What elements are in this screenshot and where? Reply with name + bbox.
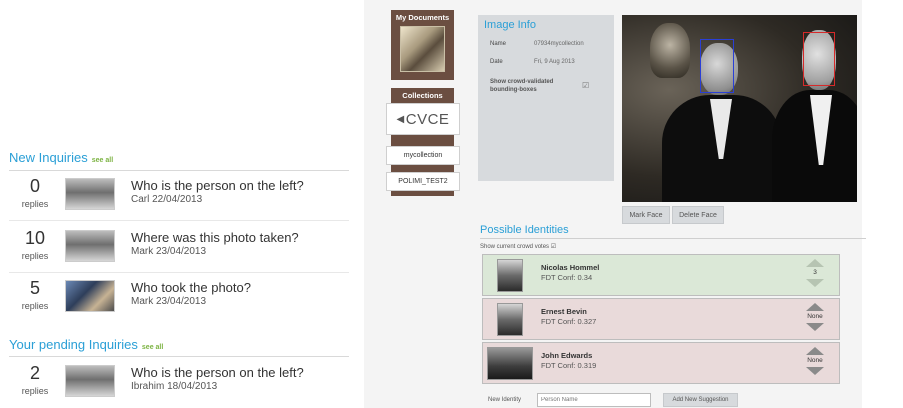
- inquiry-byline: Ibrahim 18/04/2013: [131, 381, 218, 392]
- reply-count: 10: [24, 228, 46, 248]
- inquiry-question[interactable]: Who is the person on the left?: [131, 178, 304, 193]
- photo-vase: [650, 23, 690, 78]
- collection-cvce-button[interactable]: ◀ CVCE: [386, 103, 460, 135]
- inquiry-item[interactable]: 2 replies Who is the person on the left?…: [9, 361, 349, 405]
- inquiry-item[interactable]: 5 replies Who took the photo? Mark 23/04…: [9, 276, 349, 320]
- divider: [9, 220, 349, 221]
- inquiry-byline: Mark 23/04/2013: [131, 296, 207, 307]
- mark-face-button[interactable]: Mark Face: [622, 206, 670, 224]
- inquiry-thumbnail[interactable]: [65, 230, 115, 262]
- name-label: Name: [490, 41, 507, 47]
- collection-mycollection-button[interactable]: mycollection: [386, 146, 460, 165]
- pending-inquiries-heading: Your pending Inquiries see all: [9, 337, 164, 352]
- cvce-logo: CVCE: [405, 110, 450, 128]
- inquiry-item[interactable]: 0 replies Who is the person on the left?…: [9, 174, 349, 218]
- inquiry-thumbnail[interactable]: [65, 365, 115, 397]
- reply-count: 5: [29, 278, 40, 298]
- vote-count: None: [807, 313, 823, 320]
- identity-name: Nicolas Hommel: [541, 263, 600, 272]
- divider: [9, 170, 349, 171]
- divider: [9, 356, 349, 357]
- possible-identities-title: Possible Identities: [480, 224, 569, 236]
- vote-control: 3: [805, 259, 825, 293]
- upvote-arrow-icon[interactable]: [806, 347, 824, 355]
- inquiry-thumbnail[interactable]: [65, 178, 115, 210]
- my-documents-panel[interactable]: My Documents: [391, 10, 454, 80]
- identity-photo: [497, 303, 523, 336]
- documents-thumbnail[interactable]: [400, 26, 445, 72]
- downvote-arrow-icon[interactable]: [806, 279, 824, 287]
- identity-card[interactable]: Nicolas Hommel FDT Conf: 0.34 3: [482, 254, 840, 296]
- image-info-panel: Image Info Name 07934mycollection Date F…: [478, 15, 614, 181]
- collection-polimi-button[interactable]: POLIMI_TEST2: [386, 172, 460, 191]
- identity-name: Ernest Bevin: [541, 307, 587, 316]
- inquiry-item[interactable]: 10 replies Where was this photo taken? M…: [9, 226, 349, 270]
- identity-name: John Edwards: [541, 351, 593, 360]
- face-bounding-box-red[interactable]: [803, 32, 835, 86]
- upvote-arrow-icon[interactable]: [806, 303, 824, 311]
- my-documents-label: My Documents: [395, 13, 450, 22]
- downvote-arrow-icon[interactable]: [806, 323, 824, 331]
- upvote-arrow-icon[interactable]: [806, 259, 824, 267]
- new-identity-label: New Identity: [488, 397, 522, 403]
- see-all-link[interactable]: see all: [92, 157, 113, 164]
- show-boxes-label: Show crowd-validated bounding-boxes: [490, 79, 554, 93]
- inquiries-panel: New Inquiries see all 0 replies Who is th…: [0, 0, 352, 408]
- identity-card[interactable]: John Edwards FDT Conf: 0.319 None: [482, 342, 840, 384]
- cvce-logo-icon: ◀: [396, 113, 405, 125]
- page-margin: [878, 0, 903, 408]
- vote-control: None: [805, 347, 825, 381]
- reply-count: 0: [29, 176, 40, 196]
- delete-face-button[interactable]: Delete Face: [672, 206, 724, 224]
- divider: [9, 272, 349, 273]
- identity-card[interactable]: Ernest Bevin FDT Conf: 0.327 None: [482, 298, 840, 340]
- collections-label: Collections: [402, 91, 443, 100]
- inquiry-byline: Mark 23/04/2013: [131, 246, 207, 257]
- identity-confidence: FDT Conf: 0.327: [541, 317, 597, 326]
- face-bounding-box-blue[interactable]: [700, 39, 734, 93]
- identity-confidence: FDT Conf: 0.34: [541, 273, 593, 282]
- main-photo[interactable]: [622, 15, 857, 202]
- divider: [480, 238, 866, 239]
- replies-label: replies: [21, 386, 49, 396]
- inquiry-thumbnail[interactable]: [65, 280, 115, 312]
- downvote-arrow-icon[interactable]: [806, 367, 824, 375]
- inquiry-question[interactable]: Who took the photo?: [131, 280, 251, 295]
- inquiry-question[interactable]: Where was this photo taken?: [131, 230, 299, 245]
- add-new-suggestion-button[interactable]: Add New Suggestion: [663, 393, 738, 407]
- reply-count: 2: [29, 363, 40, 383]
- person-name-input[interactable]: [537, 393, 651, 407]
- date-label: Date: [490, 59, 503, 65]
- identity-photo: [487, 347, 533, 380]
- replies-label: replies: [21, 199, 49, 209]
- vote-count: 3: [813, 269, 817, 276]
- identity-photo: [497, 259, 523, 292]
- image-info-title: Image Info: [484, 19, 536, 31]
- date-value: Fri, 9 Aug 2013: [534, 59, 575, 65]
- vote-count: None: [807, 357, 823, 364]
- show-boxes-checkbox[interactable]: ☑: [582, 81, 589, 90]
- name-value: 07934mycollection: [534, 41, 584, 47]
- inquiry-question[interactable]: Who is the person on the left?: [131, 365, 304, 380]
- inquiry-byline: Carl 22/04/2013: [131, 194, 203, 205]
- see-all-link[interactable]: see all: [142, 344, 163, 351]
- new-inquiries-heading: New Inquiries see all: [9, 150, 114, 165]
- identity-confidence: FDT Conf: 0.319: [541, 361, 597, 370]
- replies-label: replies: [21, 251, 49, 261]
- show-votes-checkbox[interactable]: Show current crowd votes ☑: [480, 243, 556, 250]
- vote-control: None: [805, 303, 825, 337]
- replies-label: replies: [21, 301, 49, 311]
